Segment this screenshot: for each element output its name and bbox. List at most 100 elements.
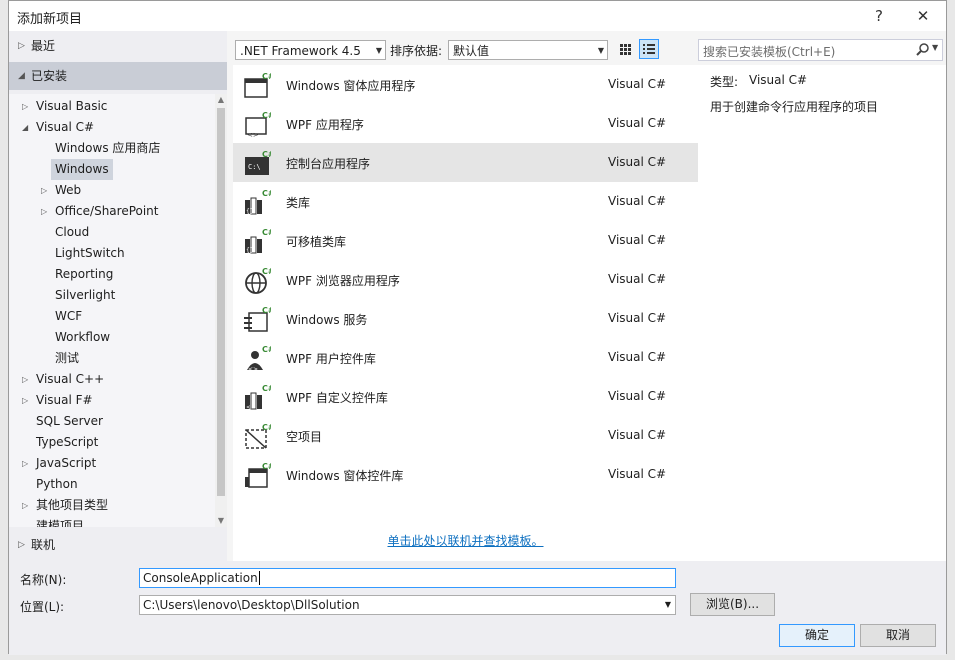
find-templates-online-link[interactable]: 单击此处以联机并查找模板。 xyxy=(233,532,698,549)
svg-text:C#: C# xyxy=(262,228,271,237)
tree-item[interactable]: ▷ 其他项目类型 xyxy=(22,495,108,516)
tree-item-label: Visual C++ xyxy=(36,372,105,386)
template-name: WPF 自定义控件库 xyxy=(286,391,388,405)
browse-button[interactable]: 浏览(B)... xyxy=(690,593,775,616)
expand-icon[interactable]: ▷ xyxy=(22,495,28,516)
list-view-button[interactable] xyxy=(639,39,659,59)
custom-control-icon: <> C# xyxy=(243,383,271,411)
template-language: Visual C# xyxy=(608,311,667,325)
svg-text:C#: C# xyxy=(262,189,271,198)
empty-project-icon: C# xyxy=(243,422,271,450)
tree-item[interactable]: Windows xyxy=(51,159,113,180)
tree-item-label: Windows xyxy=(55,162,109,176)
expand-icon: ▷ xyxy=(18,540,25,550)
chevron-down-icon[interactable]: ▼ xyxy=(932,43,938,52)
expand-icon[interactable]: ▷ xyxy=(22,453,28,474)
template-row[interactable]: C# Windows 窗体应用程序 Visual C# xyxy=(233,65,698,104)
svg-text:C:\: C:\ xyxy=(248,163,261,171)
template-row[interactable]: {} C# 类库 Visual C# xyxy=(233,182,698,221)
tree-item[interactable]: ▷ Visual C++ xyxy=(22,369,105,390)
tree-item[interactable]: 建模项目 xyxy=(36,516,84,527)
close-button[interactable]: ✕ xyxy=(909,4,937,28)
online-label: 联机 xyxy=(31,538,56,552)
wpf-app-icon: <> C# xyxy=(243,110,271,138)
template-name: WPF 应用程序 xyxy=(286,118,364,132)
scroll-up-icon[interactable]: ▲ xyxy=(215,94,227,106)
scroll-thumb[interactable] xyxy=(217,108,225,496)
template-row[interactable]: C# Windows 窗体控件库 Visual C# xyxy=(233,455,698,494)
template-description: 用于创建命令行应用程序的项目 xyxy=(710,100,879,114)
cancel-button[interactable]: 取消 xyxy=(860,624,936,647)
service-icon: C# xyxy=(243,305,271,333)
template-language: Visual C# xyxy=(608,428,667,442)
template-name: Windows 窗体控件库 xyxy=(286,469,404,483)
tree-item-label: Cloud xyxy=(55,225,90,239)
tree-item[interactable]: LightSwitch xyxy=(55,243,125,264)
tree-item-label: LightSwitch xyxy=(55,246,125,260)
class-library-icon: {} C# xyxy=(243,188,271,216)
tree-item[interactable]: Cloud xyxy=(55,222,89,243)
framework-select[interactable]: .NET Framework 4.5 ▼ xyxy=(235,40,386,60)
template-row[interactable]: C# Windows 服务 Visual C# xyxy=(233,299,698,338)
chevron-down-icon: ▼ xyxy=(597,46,604,55)
tree-item-label: 测试 xyxy=(55,351,80,365)
tree-item-label: Silverlight xyxy=(55,288,116,302)
online-section[interactable]: ▷ 联机 xyxy=(9,532,227,558)
tree-item[interactable]: ▷ JavaScript xyxy=(22,453,96,474)
chevron-down-icon: ▼ xyxy=(375,46,382,55)
tree-item[interactable]: Reporting xyxy=(55,264,113,285)
tree-item[interactable]: Silverlight xyxy=(55,285,115,306)
expand-icon[interactable]: ▷ xyxy=(22,369,28,390)
tree-item[interactable]: ▷ Web xyxy=(41,180,81,201)
svg-text:C#: C# xyxy=(262,267,271,276)
template-row[interactable]: C:\C# 控制台应用程序 Visual C# xyxy=(233,143,698,182)
svg-text:<>: <> xyxy=(247,131,259,138)
expand-icon[interactable]: ▷ xyxy=(22,390,28,411)
help-button[interactable]: ? xyxy=(865,4,893,28)
tree-item[interactable]: SQL Server xyxy=(36,411,103,432)
template-row[interactable]: {} C# 可移植类库 Visual C# xyxy=(233,221,698,260)
recent-section[interactable]: ▷ 最近 xyxy=(9,33,227,59)
template-name: Windows 窗体应用程序 xyxy=(286,79,416,93)
tree-item-label: Python xyxy=(36,477,78,491)
svg-text:C#: C# xyxy=(262,306,271,315)
tree-item[interactable]: Python xyxy=(36,474,78,495)
template-row[interactable]: <> C# WPF 用户控件库 Visual C# xyxy=(233,338,698,377)
svg-text:{}: {} xyxy=(246,208,254,215)
tree-item[interactable]: Windows 应用商店 xyxy=(55,138,160,159)
tree-item[interactable]: ▷ Visual F# xyxy=(22,390,93,411)
tree-item-label: Visual F# xyxy=(36,393,93,407)
expand-icon[interactable]: ▷ xyxy=(41,180,47,201)
location-value: C:\Users\lenovo\Desktop\DllSolution xyxy=(143,598,360,612)
project-name-input[interactable]: ConsoleApplication xyxy=(139,568,676,588)
tree-item[interactable]: TypeScript xyxy=(36,432,98,453)
expand-icon[interactable]: ▷ xyxy=(41,201,47,222)
template-row[interactable]: C# 空项目 Visual C# xyxy=(233,416,698,455)
tree-item[interactable]: ▷ Visual Basic xyxy=(22,96,107,117)
search-icon[interactable] xyxy=(915,42,931,58)
expand-icon[interactable]: ▷ xyxy=(22,96,28,117)
svg-text:C#: C# xyxy=(262,384,271,393)
search-box[interactable]: 搜索已安装模板(Ctrl+E) ▼ xyxy=(698,39,943,61)
sort-select[interactable]: 默认值 ▼ xyxy=(448,40,608,60)
template-row[interactable]: <> C# WPF 应用程序 Visual C# xyxy=(233,104,698,143)
template-row[interactable]: <> C# WPF 自定义控件库 Visual C# xyxy=(233,377,698,416)
installed-section[interactable]: ◢ 已安装 xyxy=(9,62,227,90)
tree-item[interactable]: ▷ Office/SharePoint xyxy=(41,201,159,222)
tree-item[interactable]: 测试 xyxy=(55,348,79,369)
tree-item[interactable]: Workflow xyxy=(55,327,110,348)
scroll-down-icon[interactable]: ▼ xyxy=(215,515,227,527)
sort-label: 排序依据: xyxy=(390,44,443,58)
template-name: 可移植类库 xyxy=(286,235,347,249)
text-caret xyxy=(258,571,260,585)
tree-item[interactable]: ◢ Visual C# xyxy=(22,117,94,138)
ok-button[interactable]: 确定 xyxy=(779,624,855,647)
template-row[interactable]: C# WPF 浏览器应用程序 Visual C# xyxy=(233,260,698,299)
sort-value: 默认值 xyxy=(453,44,490,58)
tree-scrollbar[interactable]: ▲ ▼ xyxy=(215,94,227,527)
small-icons-view-button[interactable] xyxy=(615,39,635,59)
collapse-icon[interactable]: ◢ xyxy=(22,117,28,138)
tree-item-label: Windows 应用商店 xyxy=(55,141,161,155)
tree-item[interactable]: WCF xyxy=(55,306,82,327)
location-combo[interactable]: C:\Users\lenovo\Desktop\DllSolution ▼ xyxy=(139,595,676,615)
